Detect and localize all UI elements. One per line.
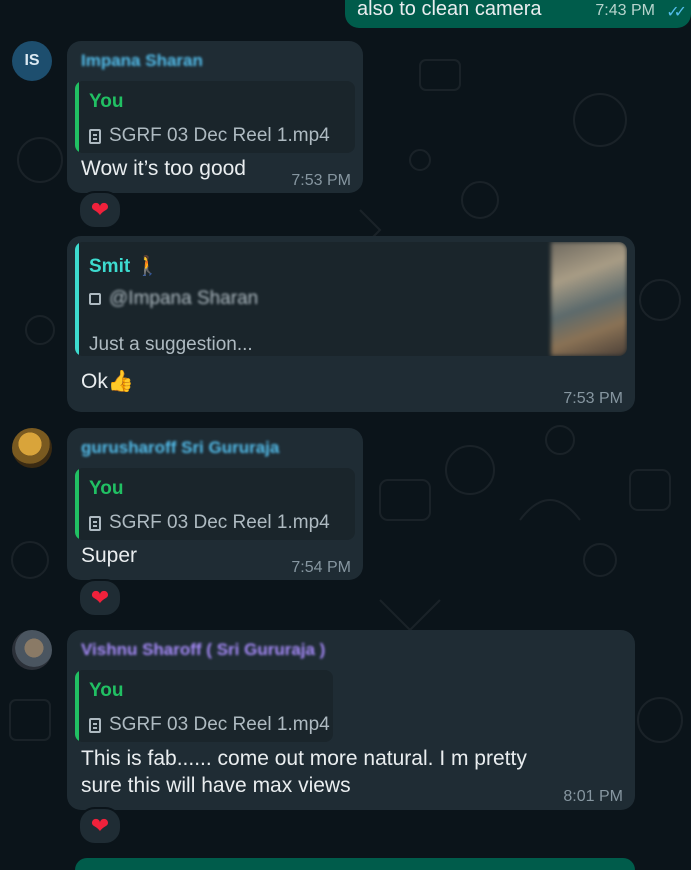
avatar[interactable] <box>12 630 52 670</box>
quote-bar <box>75 81 79 153</box>
message-time: 7:53 PM <box>291 172 351 189</box>
sender-name: gurusharoff Sri Gururaja <box>81 438 280 457</box>
message-text: Wow it’s too good <box>81 157 246 180</box>
quote-author: You <box>89 478 124 499</box>
outgoing-message-bubble[interactable]: also to clean camera 7:43 PM ✓✓ <box>345 0 691 28</box>
document-icon <box>89 515 101 531</box>
avatar[interactable]: IS <box>12 41 52 81</box>
quoted-message[interactable]: You SGRF 03 Dec Reel 1.mp4 <box>75 670 333 742</box>
outgoing-message-time: 7:43 PM <box>595 2 655 19</box>
quote-file-name: SGRF 03 Dec Reel 1.mp4 <box>109 125 330 146</box>
quote-bar <box>75 242 79 356</box>
message-text-line-2: sure this will have max views <box>81 774 351 797</box>
quote-author: You <box>89 680 124 701</box>
sender-name: Impana Sharan <box>81 51 203 70</box>
quote-bar <box>75 670 79 742</box>
next-outgoing-bubble[interactable] <box>75 858 635 870</box>
document-icon <box>89 717 101 733</box>
message-bubble[interactable]: Vishnu Sharoff ( Sri Gururaja ) You SGRF… <box>67 630 635 810</box>
message-time: 7:53 PM <box>563 390 623 407</box>
avatar-initials: IS <box>24 52 40 69</box>
message-text-line-1: This is fab...... come out more natural.… <box>81 747 527 770</box>
heart-reaction-icon[interactable]: ❤ <box>78 807 122 845</box>
quote-file-name: SGRF 03 Dec Reel 1.mp4 <box>109 512 330 533</box>
outgoing-message-text: also to clean camera <box>357 0 542 20</box>
quote-mention-text: @Impana Sharan <box>109 288 259 309</box>
message-text: Ok👍 <box>81 370 134 393</box>
quote-file-name: SGRF 03 Dec Reel 1.mp4 <box>109 714 330 735</box>
quote-file: SGRF 03 Dec Reel 1.mp4 <box>89 125 330 147</box>
quote-text: Just a suggestion... <box>89 334 253 355</box>
quoted-message[interactable]: You SGRF 03 Dec Reel 1.mp4 <box>75 468 355 540</box>
heart-reaction-icon[interactable]: ❤ <box>78 191 122 229</box>
quote-file: SGRF 03 Dec Reel 1.mp4 <box>89 714 330 736</box>
message-time: 7:54 PM <box>291 559 351 576</box>
quote-file: SGRF 03 Dec Reel 1.mp4 <box>89 512 330 534</box>
quote-bar <box>75 468 79 540</box>
image-icon <box>89 293 101 305</box>
quoted-image-thumbnail[interactable] <box>551 242 627 356</box>
quote-author: Smit 🚶 <box>89 256 160 277</box>
quote-author: You <box>89 91 124 112</box>
avatar[interactable] <box>12 428 52 468</box>
document-icon <box>89 128 101 144</box>
message-bubble[interactable]: gurusharoff Sri Gururaja You SGRF 03 Dec… <box>67 428 363 580</box>
message-bubble[interactable]: Smit 🚶 @Impana Sharan Just a suggestion.… <box>67 236 635 412</box>
sender-name: Vishnu Sharoff ( Sri Gururaja ) <box>81 640 326 659</box>
quoted-message[interactable]: Smit 🚶 @Impana Sharan Just a suggestion.… <box>75 242 627 356</box>
message-bubble[interactable]: Impana Sharan You SGRF 03 Dec Reel 1.mp4… <box>67 41 363 193</box>
quote-mention: @Impana Sharan <box>89 288 258 310</box>
read-receipt-icon: ✓✓ <box>666 4 687 21</box>
message-text: Super <box>81 544 138 567</box>
message-time: 8:01 PM <box>563 788 623 805</box>
heart-reaction-icon[interactable]: ❤ <box>78 579 122 617</box>
quoted-message[interactable]: You SGRF 03 Dec Reel 1.mp4 <box>75 81 355 153</box>
